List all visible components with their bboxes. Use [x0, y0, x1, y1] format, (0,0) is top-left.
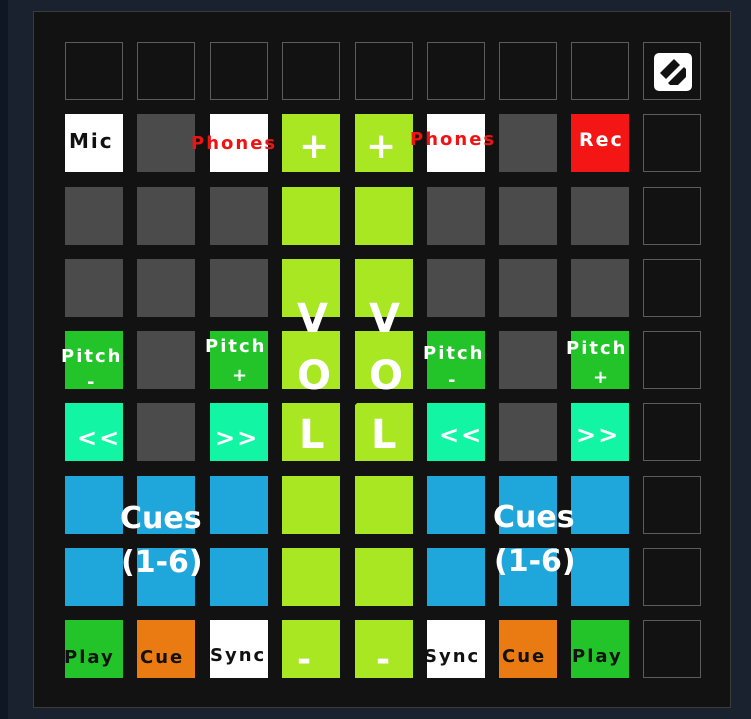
top-button-5[interactable] [355, 42, 413, 100]
sync-deck2-label: Sync [424, 646, 481, 667]
vol-right-pad-7[interactable] [355, 548, 413, 606]
pad-r1-c7[interactable] [499, 114, 557, 172]
pad-r3-c2[interactable] [137, 259, 195, 317]
vol-plus-right-label: + [366, 126, 397, 167]
cue-pad-deck2-1[interactable] [427, 476, 485, 534]
pad-r2-c7[interactable] [499, 187, 557, 245]
pad-r2-c8[interactable] [571, 187, 629, 245]
pad-r3-c8[interactable] [571, 259, 629, 317]
pad-r4-c2[interactable] [137, 331, 195, 389]
pad-r5-c7[interactable] [499, 403, 557, 461]
pitch-up-deck2-label: Pitch [566, 338, 628, 359]
cues-right-label: Cues [493, 500, 575, 535]
cue-pad-deck1-6[interactable] [210, 548, 268, 606]
side-button-7[interactable] [643, 548, 701, 606]
sync-deck1-label: Sync [210, 645, 267, 666]
top-button-1[interactable] [65, 42, 123, 100]
pitch-down-deck1-sign: - [87, 372, 97, 393]
novation-logo-icon [654, 53, 692, 91]
phones-right-label: Phones [410, 129, 497, 150]
pad-r5-c2[interactable] [137, 403, 195, 461]
pitch-down-deck2-sign: - [448, 370, 458, 391]
side-button-6[interactable] [643, 476, 701, 534]
top-button-3[interactable] [210, 42, 268, 100]
vol-left-pad-2[interactable] [282, 187, 340, 245]
pad-r3-c7[interactable] [499, 259, 557, 317]
play-deck2-label: Play [572, 646, 623, 667]
rec-label: Rec [579, 129, 624, 151]
vol-minus-left-label: - [297, 640, 312, 680]
pad-r2-c3[interactable] [210, 187, 268, 245]
pad-r2-c2[interactable] [137, 187, 195, 245]
cue-pad-deck1-1[interactable] [65, 476, 123, 534]
cue-pad-deck1-4[interactable] [65, 548, 123, 606]
vol-right-letter-v: V [369, 296, 400, 342]
cue-pad-deck2-4[interactable] [427, 548, 485, 606]
logo-button[interactable] [643, 42, 701, 100]
vol-minus-right-label: - [376, 640, 391, 680]
cues-left-range: (1-6) [121, 545, 203, 580]
phones-left-label: Phones [191, 133, 278, 154]
mic-label: Mic [69, 129, 114, 153]
pad-r3-c1[interactable] [65, 259, 123, 317]
cues-right-range: (1-6) [494, 544, 576, 579]
play-deck1-label: Play [64, 647, 115, 668]
vol-right-letter-o: O [369, 353, 404, 399]
cues-left-label: Cues [120, 501, 202, 536]
cue-deck1-label: Cue [140, 647, 185, 668]
pad-r3-c6[interactable] [427, 259, 485, 317]
rewind-deck2-label: << [439, 421, 484, 449]
vol-right-pad-6[interactable] [355, 476, 413, 534]
top-button-4[interactable] [282, 42, 340, 100]
vol-right-letter-l: L [371, 412, 397, 458]
forward-deck2-label: >> [576, 421, 621, 449]
vol-left-letter-o: O [297, 353, 332, 399]
pitch-down-deck1-label: Pitch [61, 346, 123, 367]
vol-left-pad-6[interactable] [282, 476, 340, 534]
side-button-3[interactable] [643, 259, 701, 317]
vol-plus-left-label: + [299, 126, 330, 167]
top-button-2[interactable] [137, 42, 195, 100]
side-button-5[interactable] [643, 403, 701, 461]
side-button-2[interactable] [643, 187, 701, 245]
vol-left-letter-l: L [299, 412, 325, 458]
pitch-down-deck2-label: Pitch [423, 343, 485, 364]
pad-r3-c3[interactable] [210, 259, 268, 317]
side-button-1[interactable] [643, 114, 701, 172]
background-strip [0, 0, 8, 719]
pad-r4-c7[interactable] [499, 331, 557, 389]
top-button-6[interactable] [427, 42, 485, 100]
side-button-4[interactable] [643, 331, 701, 389]
cue-pad-deck2-6[interactable] [571, 548, 629, 606]
cue-pad-deck2-3[interactable] [571, 476, 629, 534]
pad-r2-c6[interactable] [427, 187, 485, 245]
forward-deck1-label: >> [215, 424, 260, 452]
pitch-up-deck2-sign: + [593, 367, 611, 388]
pitch-up-deck1-label: Pitch [205, 336, 267, 357]
pad-r2-c1[interactable] [65, 187, 123, 245]
cue-deck2-label: Cue [502, 646, 547, 667]
top-button-8[interactable] [571, 42, 629, 100]
vol-left-pad-7[interactable] [282, 548, 340, 606]
pitch-up-deck1-sign: + [232, 365, 250, 386]
pad-r1-c2[interactable] [137, 114, 195, 172]
vol-left-letter-v: V [297, 296, 328, 342]
vol-right-pad-2[interactable] [355, 187, 413, 245]
rewind-deck1-label: << [77, 424, 122, 452]
top-button-7[interactable] [499, 42, 557, 100]
side-button-8[interactable] [643, 620, 701, 678]
cue-pad-deck1-3[interactable] [210, 476, 268, 534]
